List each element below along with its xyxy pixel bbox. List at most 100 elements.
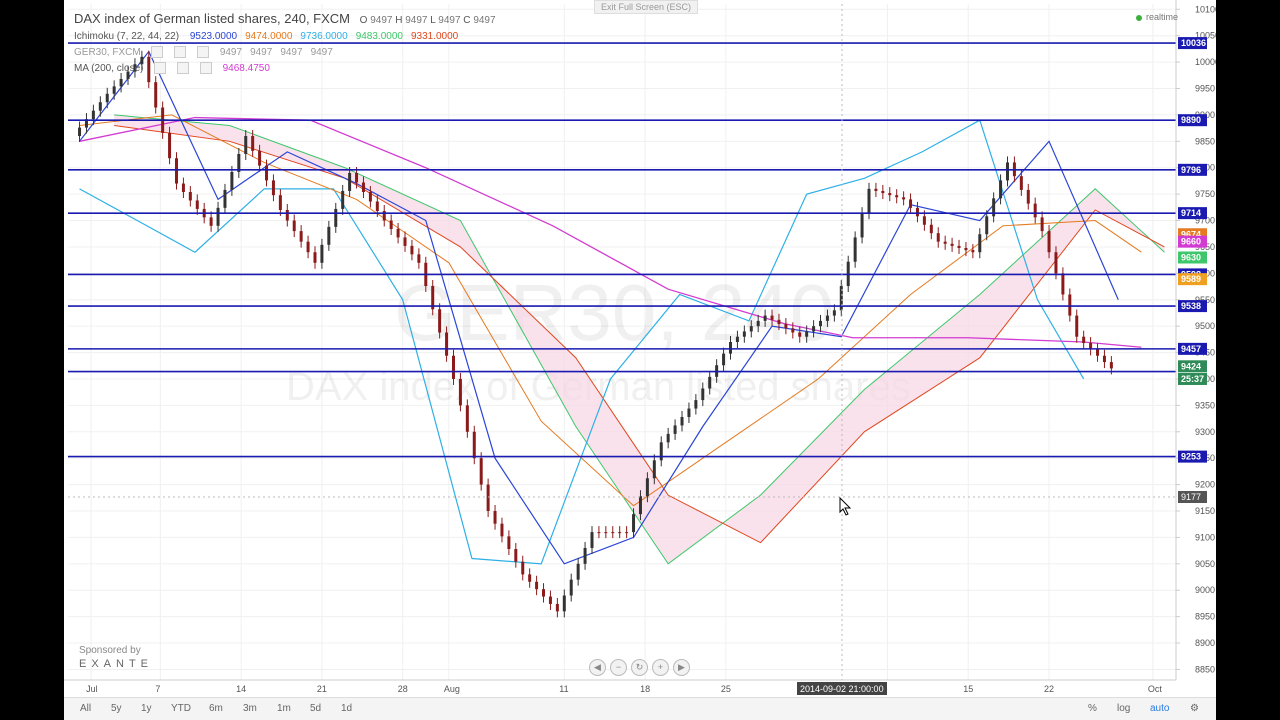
price-tick-label: 9200 (1195, 480, 1215, 490)
sponsor-label: Sponsored by (79, 645, 141, 656)
range-5d[interactable]: 5d (310, 703, 321, 714)
sponsor-block[interactable]: Sponsored by EXANTE (79, 645, 153, 670)
price-tick-label: 8900 (1195, 638, 1215, 648)
settings-gear-icon[interactable]: ⚙ (1190, 703, 1199, 714)
compare-value: 9497 (219, 46, 243, 58)
scroll-left-icon[interactable]: ◀ (589, 659, 606, 676)
candle (895, 195, 899, 198)
candle (770, 315, 774, 320)
price-tick-label: 9100 (1195, 532, 1215, 542)
reset-icon[interactable]: ↻ (631, 659, 648, 676)
eye-icon[interactable] (154, 62, 167, 74)
range-all[interactable]: All (80, 703, 91, 714)
candle (597, 532, 601, 534)
zoom-in-icon[interactable]: + (652, 659, 669, 676)
symbol-title[interactable]: DAX index of German listed shares, 240, … (74, 11, 350, 26)
price-badge-label: 9796 (1181, 165, 1201, 175)
candle (701, 388, 705, 401)
price-badge-label: 10036 (1181, 38, 1206, 48)
candle (417, 254, 421, 263)
chart-canvas[interactable]: GER30, 240DAX index of German listed sha… (64, 0, 1216, 720)
time-tick-label: 25 (721, 684, 731, 694)
candle (375, 201, 379, 212)
range-ytd[interactable]: YTD (171, 703, 191, 714)
candle (638, 496, 642, 515)
range-1m[interactable]: 1m (277, 703, 291, 714)
candle (292, 220, 296, 232)
ichimoku-value: 9483.0000 (355, 31, 403, 42)
candle (230, 171, 234, 190)
range-1d[interactable]: 1d (341, 703, 352, 714)
candle (174, 158, 178, 184)
compare-label: GER30, FXCM (74, 46, 141, 58)
candle (78, 127, 82, 137)
candle (91, 110, 95, 120)
eye-icon[interactable] (151, 46, 164, 58)
candle (645, 478, 649, 497)
candle (410, 245, 414, 255)
candle (791, 328, 795, 333)
bottom-toolbar: All 5y 1y YTD 6m 3m 1m 5d 1d % log auto … (64, 697, 1216, 720)
candle (694, 400, 698, 409)
ichimoku-legend[interactable]: Ichimoku (7, 22, 44, 22) 9523.0000 9474.0… (74, 31, 474, 42)
candle (188, 192, 192, 201)
compare-legend[interactable]: GER30, FXCM 9497 9497 9497 9497 (74, 46, 349, 58)
scroll-right-icon[interactable]: ▶ (673, 659, 690, 676)
candle (576, 563, 580, 580)
settings-icon[interactable] (177, 62, 190, 74)
candle (1019, 176, 1023, 190)
candle (244, 136, 248, 154)
exit-fullscreen-button[interactable]: Exit Full Screen (ESC) (594, 0, 699, 14)
price-badge-label: 9457 (1181, 344, 1201, 354)
range-6m[interactable]: 6m (209, 703, 223, 714)
ma-legend[interactable]: MA (200, close) 9468.4750 (74, 62, 278, 74)
candle (735, 336, 739, 342)
candle (1054, 252, 1058, 274)
auto-scale-toggle[interactable]: auto (1150, 703, 1169, 714)
candle (922, 216, 926, 225)
candle (1109, 362, 1113, 369)
price-badge-label: 9890 (1181, 115, 1201, 125)
candle (798, 332, 802, 337)
price-tick-label: 9500 (1195, 321, 1215, 331)
candle (604, 532, 608, 534)
percent-scale-toggle[interactable]: % (1088, 703, 1097, 714)
candle (396, 228, 400, 238)
crosshair-price-label: 9177 (1181, 492, 1201, 502)
zoom-out-icon[interactable]: − (610, 659, 627, 676)
candle (708, 376, 712, 389)
candle (652, 460, 656, 479)
price-tick-label: 9000 (1195, 585, 1215, 595)
candle (881, 190, 885, 194)
candle (368, 192, 372, 202)
candle (112, 86, 116, 94)
status-dot-icon (1135, 14, 1142, 21)
ichimoku-value: 9736.0000 (300, 31, 348, 42)
close-icon[interactable] (199, 62, 212, 74)
time-tick-label: 15 (963, 684, 973, 694)
time-tick-label: Oct (1148, 684, 1163, 694)
candle (1026, 189, 1030, 204)
price-tick-label: 9350 (1195, 400, 1215, 410)
candle (361, 182, 365, 193)
candle (320, 244, 324, 263)
time-tick-label: 18 (640, 684, 650, 694)
candle (1082, 336, 1086, 344)
candle (909, 199, 913, 208)
range-3m[interactable]: 3m (243, 703, 257, 714)
price-badge-label: 25:37 (1181, 374, 1204, 384)
ichimoku-value: 9474.0000 (245, 31, 293, 42)
log-scale-toggle[interactable]: log (1117, 703, 1130, 714)
candle (888, 193, 892, 196)
candle (971, 250, 975, 253)
candle (860, 213, 864, 238)
candle (902, 197, 906, 200)
range-5y[interactable]: 5y (111, 703, 122, 714)
candle (569, 579, 573, 596)
close-icon[interactable] (197, 46, 210, 58)
price-tick-label: 10000 (1195, 57, 1216, 67)
candle (749, 326, 753, 332)
range-1y[interactable]: 1y (141, 703, 152, 714)
settings-icon[interactable] (174, 46, 187, 58)
candle (119, 78, 123, 87)
